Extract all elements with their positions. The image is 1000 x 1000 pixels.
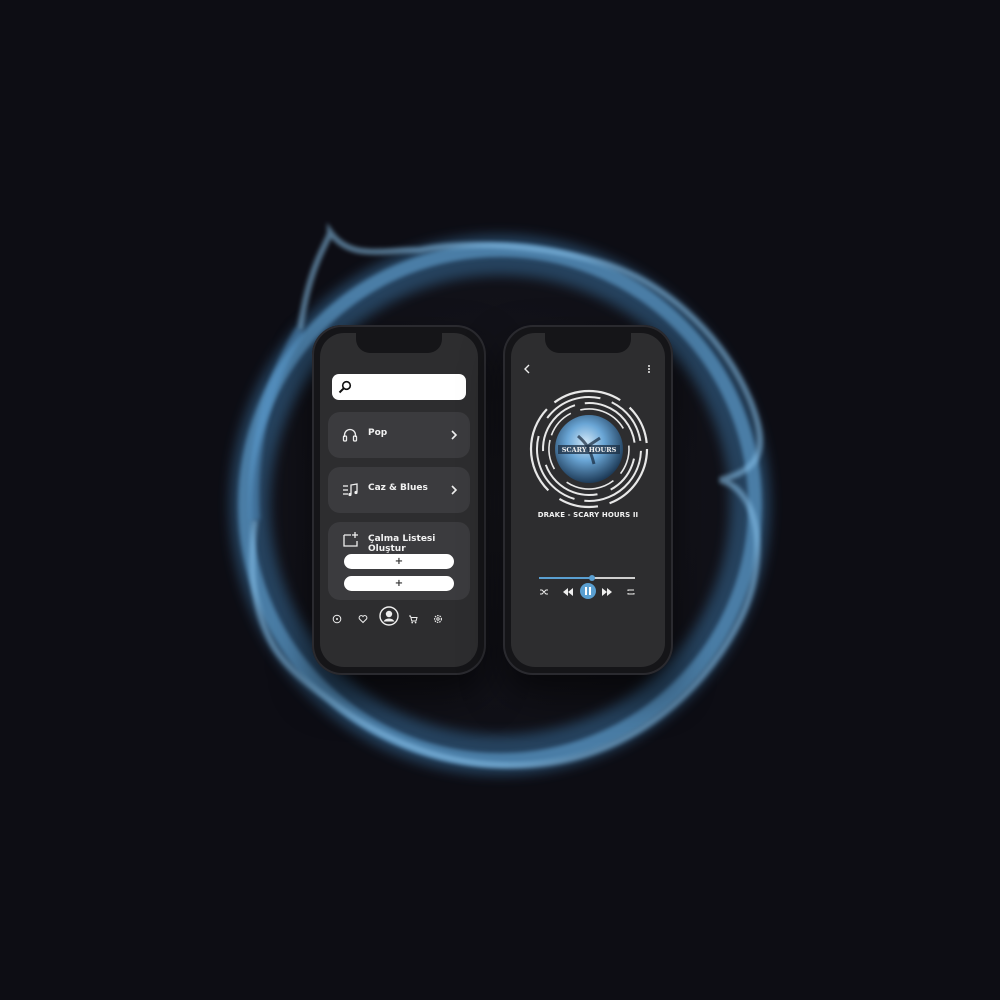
chevron-right-icon: [451, 430, 458, 440]
album-disc: SCARY HOURS: [529, 389, 649, 509]
rewind-icon[interactable]: [563, 588, 573, 596]
smoke-ring: [230, 222, 770, 775]
left-phone: Pop Caz & Blues Çalma Listesi Oluştur + …: [312, 325, 486, 675]
add-playlist-icon: [343, 532, 358, 547]
music-list-icon: [343, 483, 358, 497]
more-vertical-icon[interactable]: [647, 364, 651, 374]
genre-label: Pop: [368, 428, 388, 438]
cart-icon[interactable]: [408, 614, 418, 624]
chevron-right-icon: [451, 485, 458, 495]
back-chevron-icon[interactable]: [523, 364, 531, 374]
genre-pop-card[interactable]: Pop: [328, 412, 470, 458]
pause-button[interactable]: [580, 583, 596, 599]
profile-icon[interactable]: [379, 606, 399, 626]
chat-icon[interactable]: [332, 614, 342, 624]
progress-bar[interactable]: [539, 575, 635, 581]
fast-forward-icon[interactable]: [602, 588, 612, 596]
playlist-title: Çalma Listesi Oluştur: [368, 534, 436, 554]
add-playlist-button[interactable]: +: [344, 554, 454, 569]
search-input[interactable]: [332, 374, 466, 400]
right-screen: SCARY HOURS DRAKE - SCARY HOURS II: [511, 333, 665, 667]
pause-icon: [585, 587, 591, 595]
right-phone: SCARY HOURS DRAKE - SCARY HOURS II: [503, 325, 673, 675]
notch: [545, 333, 631, 353]
track-title: DRAKE - SCARY HOURS II: [537, 511, 639, 519]
bottom-nav: [320, 606, 478, 634]
settings-icon[interactable]: [433, 614, 443, 624]
heart-icon[interactable]: [358, 614, 368, 624]
create-playlist-card: Çalma Listesi Oluştur + +: [328, 522, 470, 600]
progress-knob[interactable]: [588, 575, 595, 581]
repeat-icon[interactable]: [626, 587, 636, 597]
headphones-icon: [342, 428, 358, 442]
genre-label: Caz & Blues: [368, 483, 428, 493]
notch: [356, 333, 442, 353]
album-art-title: SCARY HOURS: [562, 446, 617, 454]
genre-jazz-card[interactable]: Caz & Blues: [328, 467, 470, 513]
left-screen: Pop Caz & Blues Çalma Listesi Oluştur + …: [320, 333, 478, 667]
shuffle-icon[interactable]: [539, 587, 549, 597]
progress-fill: [539, 577, 592, 579]
search-icon: [338, 380, 352, 394]
add-playlist-button[interactable]: +: [344, 576, 454, 591]
